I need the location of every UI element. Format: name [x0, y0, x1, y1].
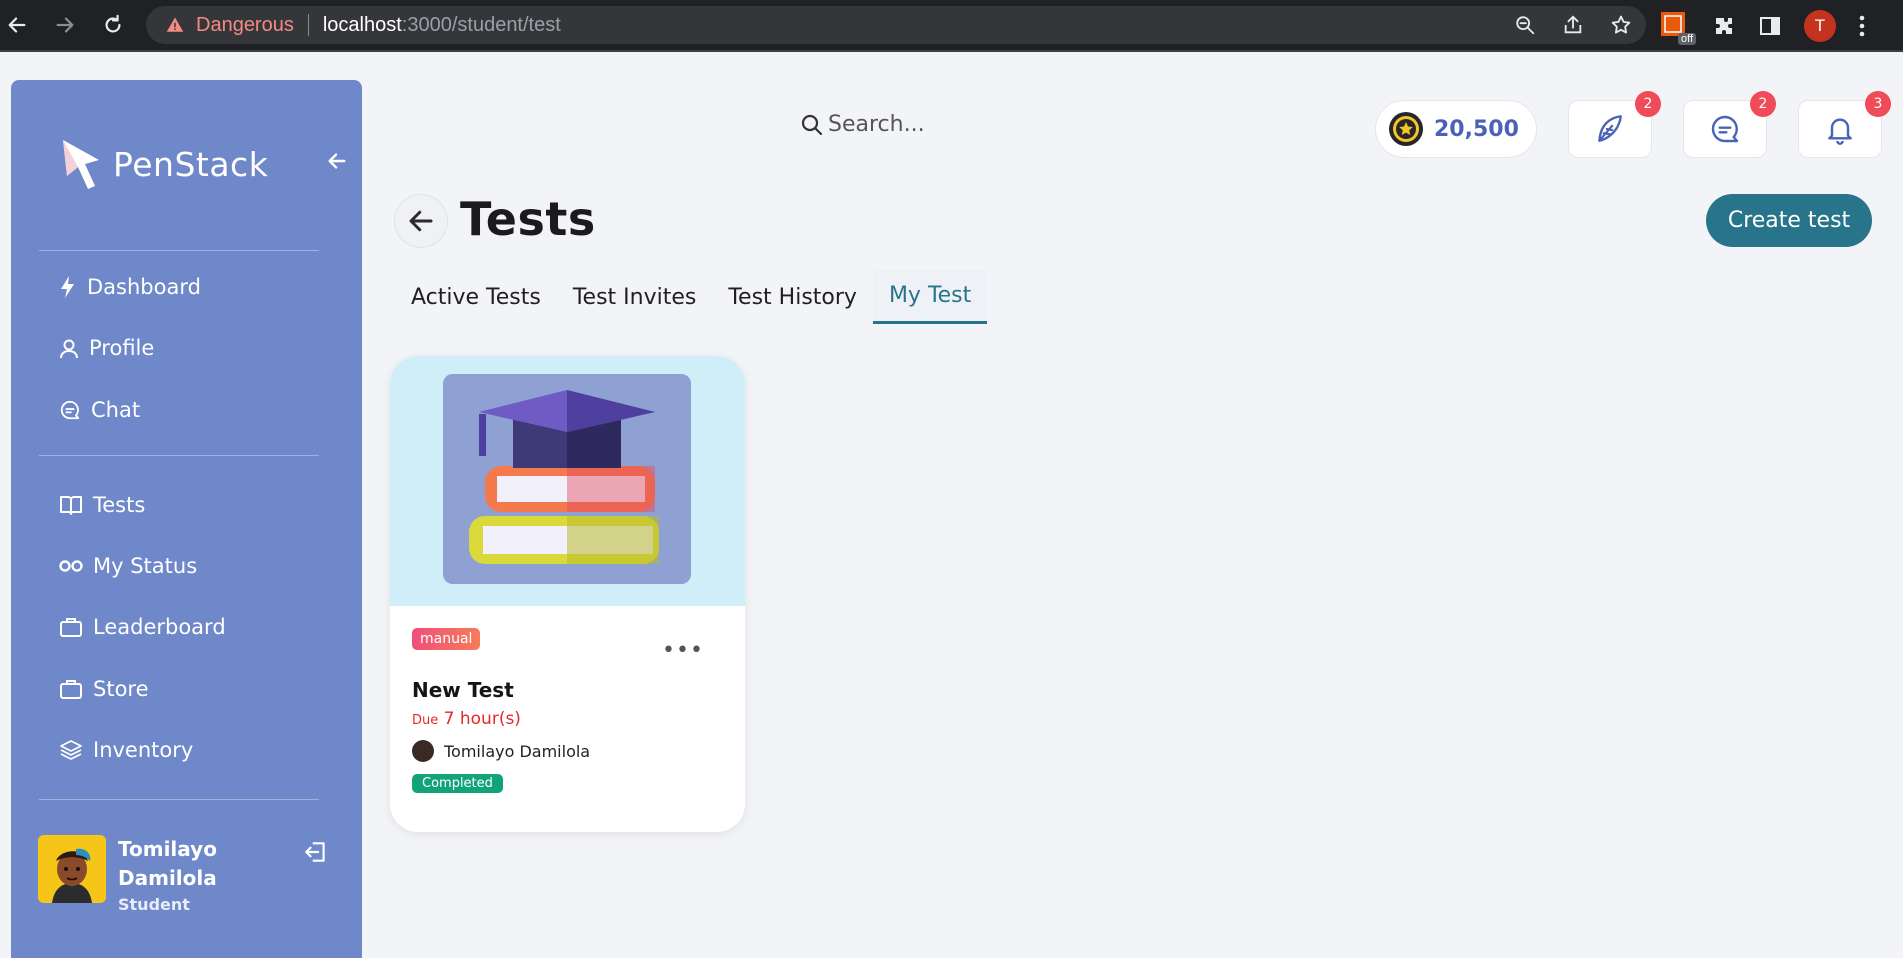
- zoom-out-icon[interactable]: [1514, 14, 1536, 36]
- briefcase-icon: [60, 680, 82, 699]
- reload-icon[interactable]: [98, 10, 128, 40]
- kebab-menu-icon[interactable]: [1858, 14, 1866, 38]
- page-title: Tests: [460, 192, 596, 246]
- card-cover: [390, 356, 745, 606]
- collapse-sidebar-icon[interactable]: [326, 150, 348, 176]
- profile-avatar[interactable]: T: [1804, 10, 1836, 42]
- search-input[interactable]: [828, 112, 1028, 137]
- sidebar-item-chat[interactable]: Chat: [59, 398, 140, 422]
- sidebar-divider: [39, 250, 319, 251]
- book-icon: [60, 496, 82, 515]
- sidebar-item-my-status[interactable]: My Status: [59, 554, 197, 578]
- briefcase-icon: [60, 618, 82, 637]
- forward-arrow-icon[interactable]: [50, 10, 80, 40]
- extension-off-badge: off: [1677, 33, 1696, 45]
- sidebar-item-label: Dashboard: [87, 275, 201, 299]
- sidebar-item-tests[interactable]: Tests: [59, 493, 145, 517]
- sidebar-item-label: Profile: [89, 336, 155, 360]
- due-prefix: Due: [412, 713, 439, 728]
- arrow-left-icon: [409, 210, 433, 232]
- due-value: 7 hour(s): [443, 709, 521, 729]
- sidebar-divider: [39, 799, 319, 800]
- warning-icon: [166, 17, 184, 32]
- messages-button[interactable]: 2: [1683, 91, 1776, 158]
- more-options-icon[interactable]: •••: [662, 638, 704, 663]
- user-role: Student: [118, 895, 190, 914]
- security-label: Dangerous: [196, 13, 294, 36]
- back-button[interactable]: [394, 194, 448, 248]
- puzzle-icon[interactable]: [1712, 14, 1736, 38]
- chat-icon: [60, 400, 80, 420]
- search-icon: [801, 114, 823, 135]
- sidebar-item-label: Chat: [91, 398, 141, 422]
- brand-logo[interactable]: PenStack: [59, 136, 268, 192]
- browser-toolbar: Dangerous localhost :3000/student/test o…: [0, 0, 1903, 52]
- message-icon: [1711, 115, 1739, 143]
- tab-active-tests[interactable]: Active Tests: [395, 270, 557, 324]
- sidebar-item-leaderboard[interactable]: Leaderboard: [59, 615, 226, 639]
- omnibox-divider: [307, 14, 309, 36]
- owner-name: Tomilayo Damilola: [444, 741, 591, 761]
- status-badge: Completed: [412, 774, 503, 793]
- coin-balance-value: 20,500: [1434, 116, 1519, 142]
- notifications-badge: 3: [1865, 91, 1891, 117]
- test-card[interactable]: manual ••• New Test Due 7 hour(s) Tomila…: [390, 356, 745, 832]
- feather-button[interactable]: 2: [1568, 91, 1661, 158]
- url-host: localhost: [322, 13, 402, 36]
- create-test-button[interactable]: Create test: [1706, 194, 1872, 247]
- sidebar-item-profile[interactable]: Profile: [59, 336, 154, 360]
- test-type-tag: manual: [412, 628, 481, 650]
- test-due: Due 7 hour(s): [412, 709, 521, 729]
- feather-icon: [1598, 115, 1622, 142]
- test-owner: Tomilayo Damilola: [412, 740, 590, 762]
- messages-badge: 2: [1750, 91, 1776, 117]
- sidebar-item-dashboard[interactable]: Dashboard: [59, 275, 201, 299]
- test-title: New Test: [412, 678, 514, 702]
- bell-icon: [1828, 118, 1852, 145]
- user-name: Tomilayo Damilola: [118, 837, 217, 890]
- sidebar: PenStack Dashboard Profile Chat Tests My…: [11, 80, 362, 958]
- address-bar[interactable]: Dangerous localhost :3000/student/test: [146, 6, 1646, 44]
- coin-balance[interactable]: 20,500: [1375, 100, 1537, 158]
- avatar[interactable]: [38, 835, 106, 903]
- sidebar-item-inventory[interactable]: Inventory: [59, 738, 193, 762]
- tab-test-invites[interactable]: Test Invites: [557, 270, 713, 324]
- sidebar-divider: [39, 455, 319, 456]
- sidebar-item-label: Tests: [93, 493, 146, 517]
- sidebar-item-label: Inventory: [93, 738, 194, 762]
- notifications-button[interactable]: 3: [1798, 91, 1891, 158]
- extension-icon[interactable]: off: [1660, 11, 1696, 45]
- url-path: :3000/student/test: [401, 13, 561, 36]
- test-tabs: Active Tests Test Invites Test History M…: [395, 270, 988, 324]
- tab-test-history[interactable]: Test History: [712, 270, 873, 324]
- cursor-logo-icon: [63, 140, 99, 189]
- share-icon[interactable]: [1562, 14, 1584, 36]
- layers-icon: [60, 740, 82, 760]
- owner-avatar: [412, 740, 434, 762]
- lightning-icon: [61, 276, 74, 298]
- coin-icon: [1389, 112, 1423, 146]
- logout-icon[interactable]: [303, 839, 329, 869]
- sidebar-item-store[interactable]: Store: [59, 677, 149, 701]
- side-panel-icon[interactable]: [1758, 14, 1782, 38]
- sidebar-item-label: Leaderboard: [93, 615, 226, 639]
- user-icon: [60, 339, 78, 359]
- sidebar-item-label: My Status: [93, 554, 198, 578]
- infinity-icon: [59, 560, 83, 572]
- star-icon[interactable]: [1610, 14, 1632, 36]
- brand-name: PenStack: [113, 144, 269, 184]
- graduation-books-illustration: [443, 374, 691, 584]
- feather-badge: 2: [1635, 91, 1661, 117]
- tab-my-test[interactable]: My Test: [872, 270, 988, 324]
- search-bar[interactable]: [800, 112, 1028, 137]
- sidebar-item-label: Store: [93, 677, 149, 701]
- back-arrow-icon[interactable]: [2, 10, 32, 40]
